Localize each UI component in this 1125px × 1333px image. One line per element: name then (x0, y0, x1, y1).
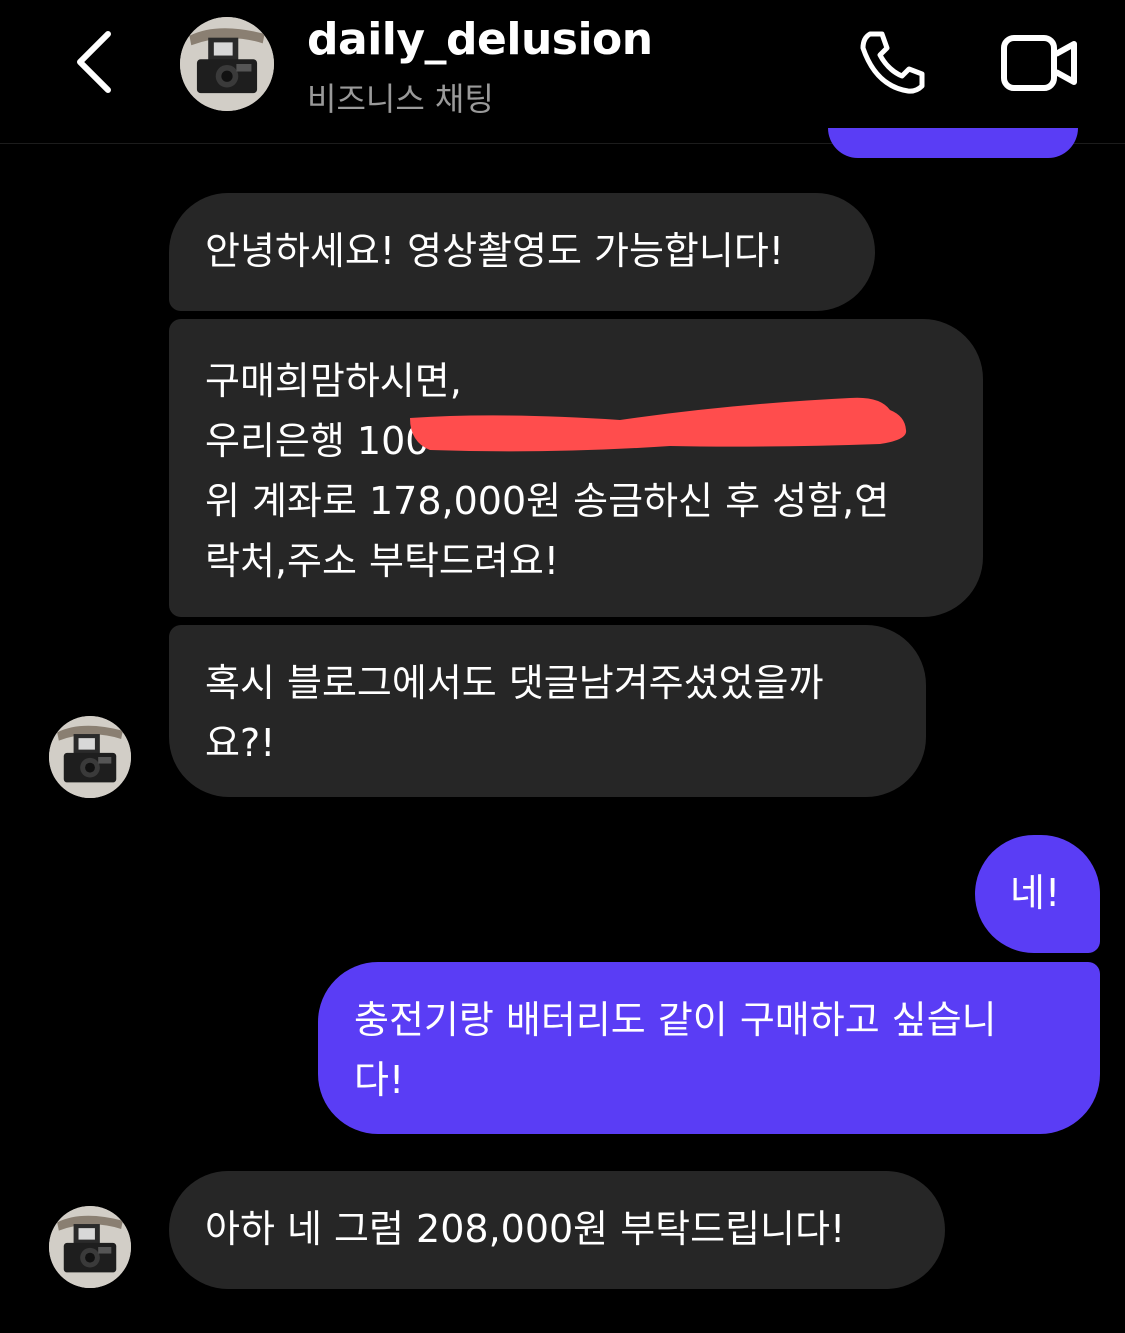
phone-icon[interactable] (856, 28, 928, 96)
message-bubble-incoming[interactable]: 안녕하세요! 영상촬영도 가능합니다! (169, 193, 875, 311)
message-bubble-incoming[interactable]: 구매희맘하시면, 우리은행 100 위 계좌로 178,000원 송금하신 후 … (169, 319, 983, 617)
chat-header: daily_delusion 비즈니스 채팅 (0, 0, 1125, 144)
avatar[interactable] (49, 1206, 131, 1288)
avatar[interactable] (49, 716, 131, 798)
message-bubble-incoming[interactable]: 아하 네 그럼 208,000원 부탁드립니다! (169, 1171, 945, 1289)
message-bubble-incoming[interactable]: 혹시 블로그에서도 댓글남겨주셨었을까 요?! (169, 625, 926, 797)
message-text: 위 계좌로 178,000원 송금하신 후 성함,연 (205, 479, 890, 523)
account-type-label: 비즈니스 채팅 (307, 80, 494, 118)
message-text: 락처,주소 부탁드려요! (205, 539, 560, 583)
video-camera-icon[interactable] (1000, 32, 1078, 94)
message-text: 아하 네 그럼 208,000원 부탁드립니다! (205, 1207, 846, 1251)
message-bubble-outgoing[interactable]: 충전기랑 배터리도 같이 구매하고 싶습니 다! (318, 962, 1100, 1134)
message-text: 충전기랑 배터리도 같이 구매하고 싶습니 (354, 998, 997, 1042)
message-bubble-outgoing[interactable]: 네! (975, 835, 1100, 953)
message-text: 혹시 블로그에서도 댓글남겨주셨었을까 (205, 661, 824, 705)
message-text: 네! (1010, 871, 1061, 915)
message-text: 요?! (205, 721, 276, 765)
redaction-scribble (410, 390, 910, 460)
message-text: 안녕하세요! 영상촬영도 가능합니다! (205, 229, 785, 273)
avatar[interactable] (180, 17, 274, 111)
chevron-left-icon[interactable] (66, 28, 126, 98)
message-text: 다! (354, 1058, 405, 1102)
username[interactable]: daily_delusion (307, 14, 653, 65)
previous-message-edge (828, 128, 1078, 158)
